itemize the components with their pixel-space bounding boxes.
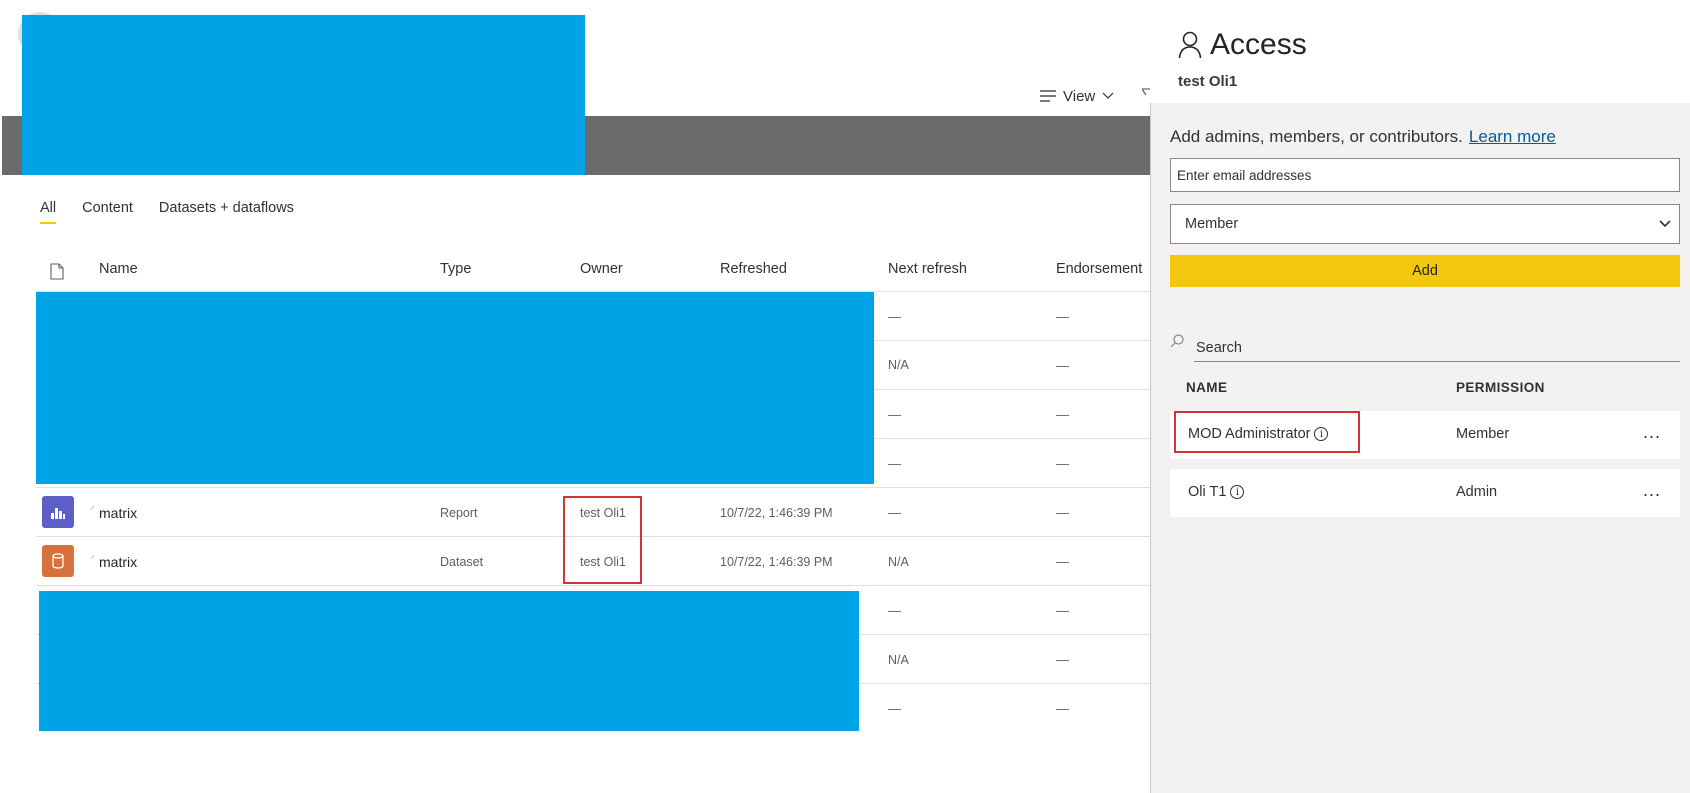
access-title-text: Access [1210,28,1307,61]
endorsement-cell: — [1056,358,1069,373]
more-options-button[interactable]: ... [1643,422,1661,443]
add-members-text: Add admins, members, or contributors. [1170,127,1463,146]
next-refresh-cell: — [888,309,901,324]
redacted-region-rows [36,292,874,484]
member-permission: Member [1456,426,1510,442]
view-label: View [1063,87,1096,105]
member-permission: Admin [1456,484,1498,500]
access-panel-title: Access [1178,28,1307,62]
row-divider [36,585,1150,586]
view-lines-icon [1040,90,1056,102]
role-select-value: Member [1185,216,1239,232]
next-refresh-cell: N/A [888,555,909,569]
member-search [1170,334,1680,362]
member-highlight-box [1174,411,1360,453]
chevron-down-icon [1102,92,1114,99]
next-refresh-cell: — [888,701,901,716]
endorsement-cell: — [1056,554,1069,569]
chevron-down-icon [1659,220,1671,228]
learn-more-link[interactable]: Learn more [1469,127,1556,146]
column-header-next-refresh[interactable]: Next refresh [888,261,967,277]
endorsement-cell: — [1056,505,1069,520]
member-name: Oli T1 i [1188,484,1245,500]
tab-datasets-dataflows[interactable]: Datasets + dataflows [159,200,294,224]
owner-highlight-box [563,496,642,584]
endorsement-cell: — [1056,456,1069,471]
item-type-cell: Dataset [440,555,484,569]
endorsement-cell: — [1056,407,1069,422]
column-header-endorsement[interactable]: Endorsement [1056,261,1142,277]
item-refreshed-cell: 10/7/22, 1:46:39 PM [720,555,833,569]
next-refresh-cell: — [888,407,901,422]
email-input[interactable] [1170,158,1680,192]
dataset-cylinder-icon [42,545,74,577]
person-icon [1178,31,1202,59]
endorsement-cell: — [1056,603,1069,618]
next-refresh-cell: N/A [888,653,909,667]
workspace-name: test Oli1 [1178,73,1238,90]
search-input[interactable] [1194,335,1680,362]
next-refresh-cell: — [888,456,901,471]
new-item-sparkle-icon: ⸝ [90,550,95,561]
info-icon[interactable]: i [1230,485,1245,499]
list-header-name: NAME [1186,380,1228,395]
endorsement-cell: — [1056,652,1069,667]
endorsement-cell: — [1056,309,1069,324]
member-row [1170,469,1680,517]
redacted-region-rows [39,591,859,731]
content-tabs: All Content Datasets + dataflows [40,200,294,224]
next-refresh-cell: — [888,603,901,618]
access-panel [1150,0,1690,793]
item-type-cell: Report [440,506,478,520]
column-header-owner[interactable]: Owner [580,261,623,277]
endorsement-cell: — [1056,701,1069,716]
more-options-button[interactable]: ... [1643,480,1661,501]
tab-all[interactable]: All [40,200,57,224]
item-name-link[interactable]: matrix [99,505,137,521]
new-item-sparkle-icon: ⸝ [90,501,95,512]
next-refresh-cell: N/A [888,358,909,372]
redacted-region-header [22,15,585,175]
search-icon [1170,334,1184,348]
view-button[interactable]: View [1040,85,1114,107]
add-button[interactable]: Add [1170,255,1680,287]
tab-content[interactable]: Content [82,200,133,224]
list-header-permission: PERMISSION [1456,380,1545,395]
member-name-text: Oli T1 [1188,484,1227,500]
item-name-link[interactable]: matrix [99,554,137,570]
column-header-type[interactable]: Type [440,261,471,277]
row-divider [36,487,1150,488]
file-type-icon [50,263,64,280]
report-bar-icon [42,496,74,528]
next-refresh-cell: — [888,505,901,520]
add-members-instruction: Add admins, members, or contributors. Lea… [1170,127,1556,147]
column-header-refreshed[interactable]: Refreshed [720,261,787,277]
item-refreshed-cell: 10/7/22, 1:46:39 PM [720,506,833,520]
column-header-name[interactable]: Name [99,261,138,277]
role-select[interactable]: Member [1170,204,1680,244]
